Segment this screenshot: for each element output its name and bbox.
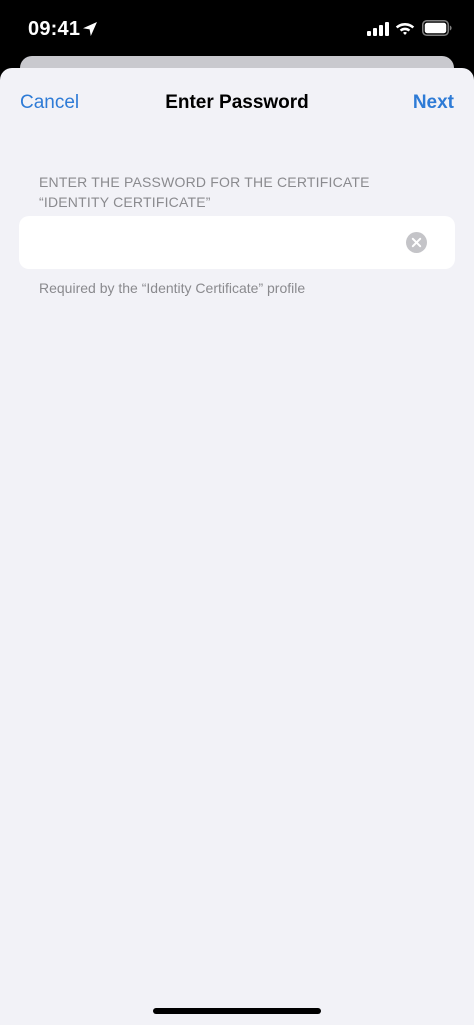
clear-text-button[interactable] (406, 232, 427, 253)
password-field[interactable] (39, 216, 409, 269)
cancel-button[interactable]: Cancel (20, 92, 79, 114)
home-indicator[interactable] (153, 1008, 321, 1014)
status-bar: 09:41 (0, 0, 474, 58)
screen: 09:41 Cancel Enter Password Next ENTER T… (0, 0, 474, 1025)
clear-circle-icon (406, 232, 427, 253)
battery-icon (422, 20, 452, 36)
section-header: ENTER THE PASSWORD FOR THE CERTIFICATE “… (39, 174, 370, 210)
wifi-icon (395, 23, 415, 35)
password-row (19, 216, 455, 269)
next-button[interactable]: Next (413, 92, 454, 114)
navigation-bar: Cancel Enter Password Next (0, 68, 474, 140)
section-footer: Required by the “Identity Certificate” p… (39, 280, 306, 296)
password-sheet: Cancel Enter Password Next ENTER THE PAS… (0, 68, 474, 1025)
cellular-signal-icon (367, 22, 389, 36)
status-time: 09:41 (28, 18, 81, 40)
location-arrow-icon (83, 22, 97, 36)
